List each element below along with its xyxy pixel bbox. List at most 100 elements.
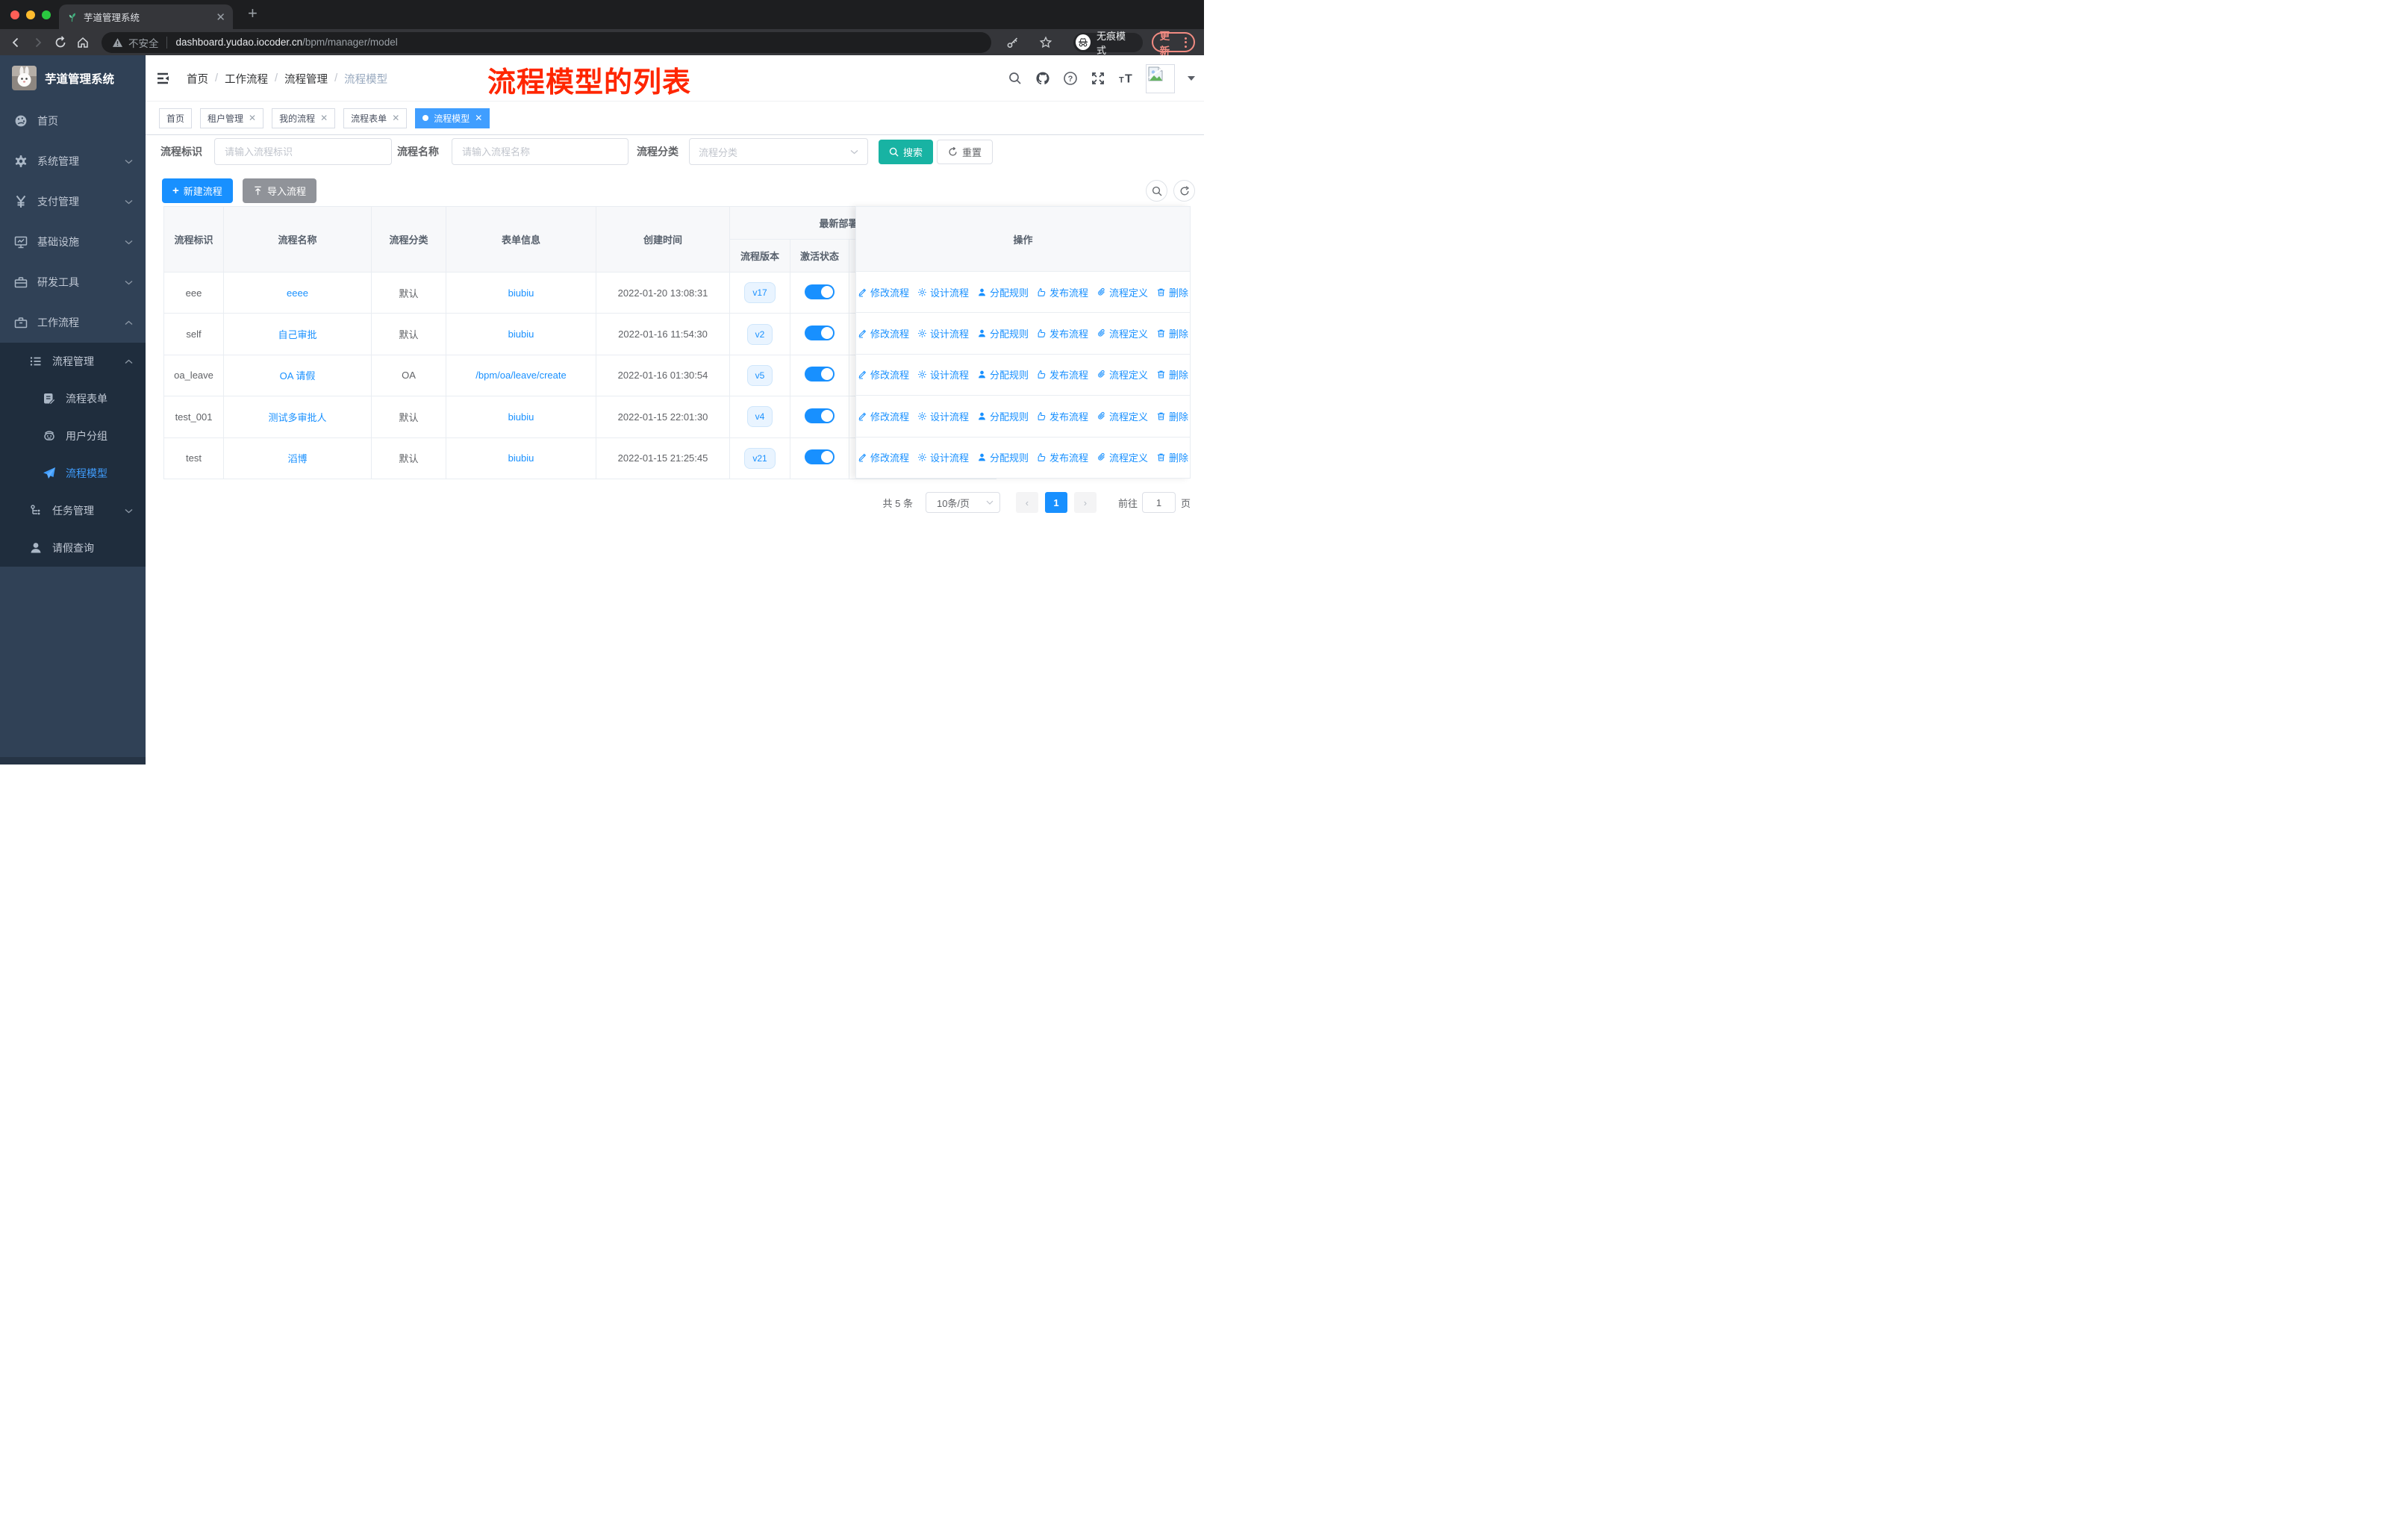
sidebar-item-home[interactable]: 首页 bbox=[0, 101, 146, 141]
form-info-link[interactable]: biubiu bbox=[508, 328, 534, 340]
address-bar[interactable]: 不安全 dashboard.yudao.iocoder.cn/bpm/manag… bbox=[102, 31, 991, 53]
sidebar-item-devtools[interactable]: 研发工具 bbox=[0, 262, 146, 302]
model-name-link[interactable]: 测试多审批人 bbox=[268, 412, 326, 423]
minimize-window-button[interactable] bbox=[26, 10, 35, 19]
active-status-toggle[interactable] bbox=[805, 326, 835, 341]
tag-tenant[interactable]: 租户管理 ✕ bbox=[200, 108, 264, 128]
fullscreen-icon[interactable] bbox=[1091, 71, 1105, 86]
action-delete-link[interactable]: 删除 bbox=[1156, 450, 1188, 464]
sidebar-item-workflow[interactable]: 工作流程 bbox=[0, 302, 146, 343]
reset-button[interactable]: 重置 bbox=[937, 140, 994, 164]
active-status-toggle[interactable] bbox=[805, 408, 835, 423]
action-assign-rule-link[interactable]: 分配规则 bbox=[977, 450, 1029, 464]
chrome-update-button[interactable]: 更新 bbox=[1151, 31, 1195, 57]
model-name-link[interactable]: 滔博 bbox=[287, 453, 307, 464]
sidebar-item-process-management[interactable]: 流程管理 bbox=[0, 343, 146, 380]
active-status-toggle[interactable] bbox=[805, 367, 835, 382]
forward-icon[interactable] bbox=[31, 36, 45, 49]
process-category-select[interactable]: 流程分类 bbox=[689, 138, 868, 165]
action-edit-process-link[interactable]: 修改流程 bbox=[858, 409, 909, 423]
breadcrumb-item[interactable]: 工作流程 bbox=[225, 71, 268, 87]
close-window-button[interactable] bbox=[10, 10, 19, 19]
form-info-link[interactable]: /bpm/oa/leave/create bbox=[475, 370, 566, 381]
model-name-link[interactable]: eeee bbox=[287, 287, 308, 299]
process-id-input[interactable] bbox=[214, 138, 392, 165]
sidebar-collapse-bar[interactable] bbox=[0, 757, 146, 764]
breadcrumb-item[interactable]: 流程管理 bbox=[284, 71, 328, 87]
action-process-definition-link[interactable]: 流程定义 bbox=[1097, 450, 1148, 464]
model-name-link[interactable]: OA 请假 bbox=[280, 370, 316, 382]
page-size-select[interactable]: 10条/页 bbox=[925, 492, 1000, 513]
action-edit-process-link[interactable]: 修改流程 bbox=[858, 450, 909, 464]
tag-close-icon[interactable]: ✕ bbox=[249, 113, 256, 123]
refresh-table-button[interactable] bbox=[1173, 180, 1195, 202]
action-publish-process-link[interactable]: 发布流程 bbox=[1037, 285, 1088, 299]
sidebar-item-user-group[interactable]: 用户分组 bbox=[0, 417, 146, 455]
new-tab-button[interactable]: + bbox=[248, 4, 258, 23]
github-icon[interactable] bbox=[1035, 71, 1050, 86]
tag-close-icon[interactable]: ✕ bbox=[475, 113, 482, 123]
tag-close-icon[interactable]: ✕ bbox=[320, 113, 328, 123]
zoom-window-button[interactable] bbox=[42, 10, 51, 19]
tag-close-icon[interactable]: ✕ bbox=[392, 113, 399, 123]
tag-process-model[interactable]: 流程模型 ✕ bbox=[415, 108, 490, 128]
action-edit-process-link[interactable]: 修改流程 bbox=[858, 326, 909, 340]
action-delete-link[interactable]: 删除 bbox=[1156, 326, 1188, 340]
action-design-process-link[interactable]: 设计流程 bbox=[917, 409, 969, 423]
search-button[interactable]: 搜索 bbox=[879, 140, 934, 164]
form-info-link[interactable]: biubiu bbox=[508, 287, 534, 299]
action-delete-link[interactable]: 删除 bbox=[1156, 409, 1188, 423]
bookmark-star-icon[interactable] bbox=[1039, 36, 1052, 49]
sidebar-item-process-model[interactable]: 流程模型 bbox=[0, 455, 146, 492]
action-delete-link[interactable]: 删除 bbox=[1156, 285, 1188, 299]
action-assign-rule-link[interactable]: 分配规则 bbox=[977, 409, 1029, 423]
action-edit-process-link[interactable]: 修改流程 bbox=[858, 367, 909, 382]
sidebar-item-leave-query[interactable]: 请假查询 bbox=[0, 529, 146, 567]
action-publish-process-link[interactable]: 发布流程 bbox=[1037, 367, 1088, 382]
show-search-toggle-button[interactable] bbox=[1146, 180, 1167, 202]
browser-menu-icon[interactable] bbox=[1185, 37, 1187, 48]
active-status-toggle[interactable] bbox=[805, 449, 835, 465]
sidebar-item-process-form[interactable]: 流程表单 bbox=[0, 380, 146, 417]
font-size-icon[interactable]: T T bbox=[1118, 71, 1133, 86]
action-process-definition-link[interactable]: 流程定义 bbox=[1097, 367, 1148, 382]
help-icon[interactable]: ? bbox=[1063, 71, 1078, 86]
password-key-icon[interactable] bbox=[1006, 36, 1020, 49]
search-icon[interactable] bbox=[1008, 71, 1023, 86]
user-avatar[interactable] bbox=[1146, 63, 1175, 93]
tab-close-icon[interactable]: ✕ bbox=[216, 10, 225, 24]
action-process-definition-link[interactable]: 流程定义 bbox=[1097, 285, 1148, 299]
sidebar-item-system[interactable]: 系统管理 bbox=[0, 141, 146, 181]
next-page-button[interactable]: › bbox=[1073, 492, 1097, 513]
back-icon[interactable] bbox=[9, 36, 22, 49]
sidebar-item-task-management[interactable]: 任务管理 bbox=[0, 492, 146, 529]
tag-process-form[interactable]: 流程表单 ✕ bbox=[343, 108, 408, 128]
prev-page-button[interactable]: ‹ bbox=[1015, 492, 1038, 513]
action-edit-process-link[interactable]: 修改流程 bbox=[858, 285, 909, 299]
breadcrumb-item[interactable]: 首页 bbox=[187, 71, 208, 87]
process-name-input[interactable] bbox=[452, 138, 628, 165]
model-name-link[interactable]: 自己审批 bbox=[278, 329, 316, 340]
action-process-definition-link[interactable]: 流程定义 bbox=[1097, 326, 1148, 340]
tag-my-process[interactable]: 我的流程 ✕ bbox=[272, 108, 336, 128]
form-info-link[interactable]: biubiu bbox=[508, 411, 534, 423]
browser-tab[interactable]: 芋道管理系统 ✕ bbox=[59, 4, 233, 29]
action-design-process-link[interactable]: 设计流程 bbox=[917, 367, 969, 382]
action-design-process-link[interactable]: 设计流程 bbox=[917, 326, 969, 340]
tag-home[interactable]: 首页 bbox=[159, 108, 193, 128]
avatar-dropdown-caret[interactable] bbox=[1188, 76, 1195, 81]
action-design-process-link[interactable]: 设计流程 bbox=[917, 285, 969, 299]
sidebar-item-infrastructure[interactable]: 基础设施 bbox=[0, 222, 146, 262]
home-icon[interactable] bbox=[76, 36, 90, 49]
action-assign-rule-link[interactable]: 分配规则 bbox=[977, 367, 1029, 382]
action-process-definition-link[interactable]: 流程定义 bbox=[1097, 409, 1148, 423]
create-process-button[interactable]: + 新建流程 bbox=[162, 178, 233, 203]
action-publish-process-link[interactable]: 发布流程 bbox=[1037, 326, 1088, 340]
form-info-link[interactable]: biubiu bbox=[508, 452, 534, 464]
current-page-button[interactable]: 1 bbox=[1044, 492, 1067, 513]
action-publish-process-link[interactable]: 发布流程 bbox=[1037, 409, 1088, 423]
action-design-process-link[interactable]: 设计流程 bbox=[917, 450, 969, 464]
sidebar-fold-icon[interactable] bbox=[155, 71, 170, 86]
sidebar-item-payment[interactable]: 支付管理 bbox=[0, 181, 146, 222]
reload-icon[interactable] bbox=[54, 35, 67, 49]
